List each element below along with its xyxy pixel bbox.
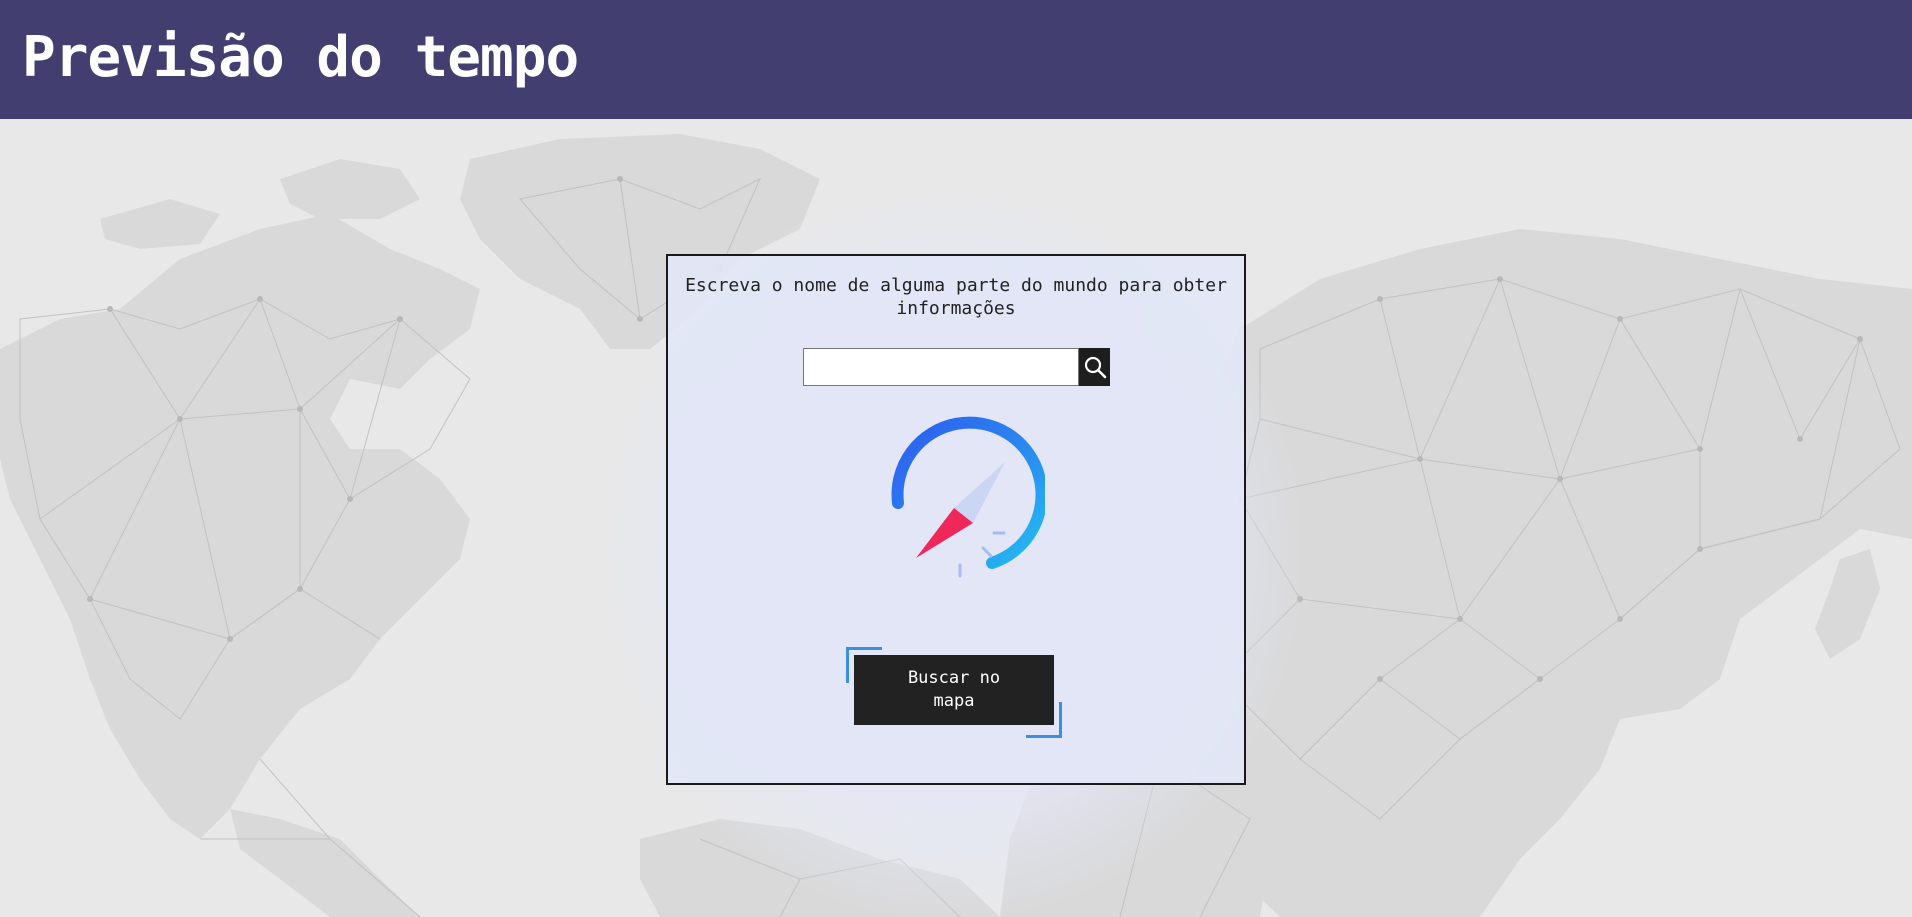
app-header: Previsão do tempo bbox=[0, 0, 1912, 119]
location-search-input[interactable] bbox=[803, 348, 1079, 386]
search-on-map-button[interactable]: Buscar no mapa bbox=[854, 655, 1054, 725]
search-button[interactable] bbox=[1079, 348, 1110, 386]
search-bar bbox=[803, 348, 1110, 386]
map-button-frame: Buscar no mapa bbox=[846, 647, 1062, 738]
page-title: Previsão do tempo bbox=[22, 25, 579, 90]
search-icon bbox=[1084, 356, 1106, 379]
compass-icon bbox=[891, 416, 1045, 578]
instruction-text: Escreva o nome de alguma parte do mundo … bbox=[685, 275, 1227, 319]
search-card: Escreva o nome de alguma parte do mundo … bbox=[666, 254, 1246, 785]
